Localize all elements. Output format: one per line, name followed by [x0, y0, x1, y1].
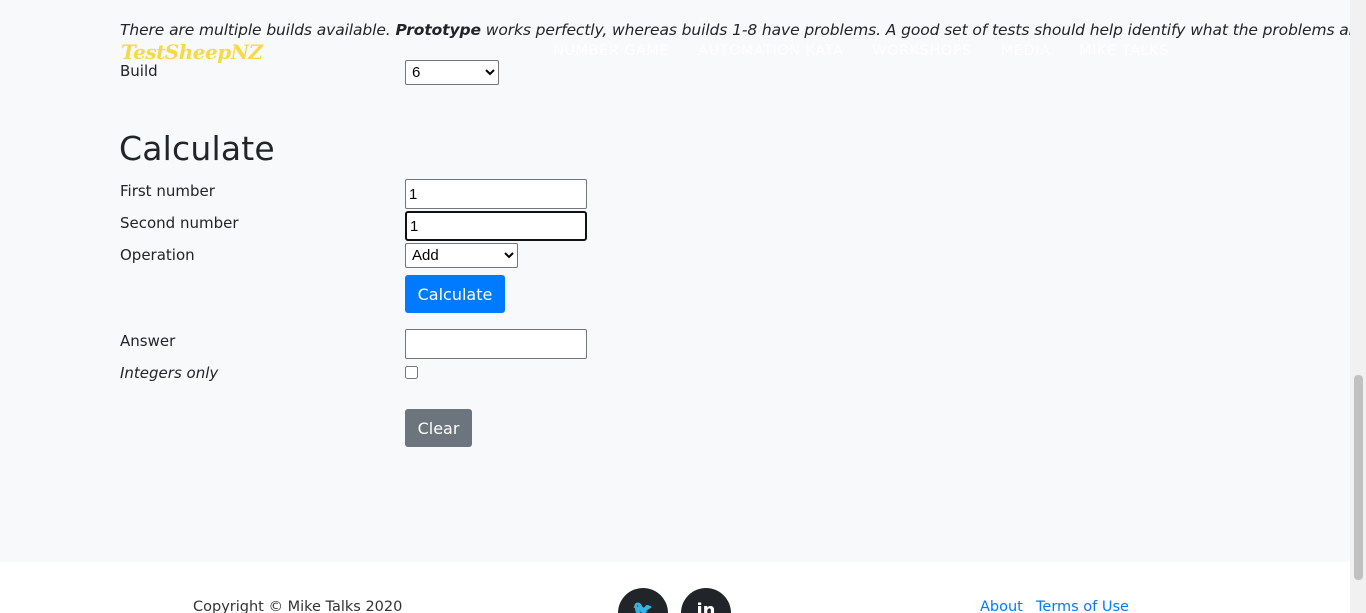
- nav-mike-talks[interactable]: MIKE TALKS: [1079, 43, 1169, 59]
- copyright-text: Copyright © Mike Talks 2020: [193, 599, 403, 613]
- twitter-icon[interactable]: 🐦: [618, 588, 668, 613]
- linkedin-icon[interactable]: in: [681, 588, 731, 613]
- intro-text-before: There are multiple builds available.: [120, 21, 396, 39]
- calculate-heading: Calculate: [119, 129, 275, 168]
- second-number-input[interactable]: [405, 211, 587, 241]
- first-number-label: First number: [120, 182, 215, 200]
- footer: Copyright © Mike Talks 2020 🐦 in About T…: [0, 562, 1350, 613]
- intro-bold-prototype: Prototype: [395, 21, 481, 39]
- first-number-input[interactable]: [405, 179, 587, 209]
- second-number-label: Second number: [120, 214, 239, 232]
- intro-text: There are multiple builds available. Pro…: [120, 21, 1366, 39]
- clear-button[interactable]: Clear: [405, 409, 472, 447]
- scrollbar-thumb[interactable]: [1354, 375, 1363, 580]
- operation-select[interactable]: Add: [405, 243, 518, 268]
- nav-media[interactable]: MEDIA: [1001, 43, 1051, 59]
- about-link[interactable]: About: [980, 599, 1023, 613]
- integers-only-label: Integers only: [120, 364, 219, 382]
- answer-label: Answer: [120, 332, 176, 350]
- brand-logo[interactable]: TestSheepNZ: [121, 40, 263, 64]
- page-scrollbar[interactable]: [1350, 0, 1366, 613]
- page: There are multiple builds available. Pro…: [0, 0, 1366, 613]
- build-select[interactable]: 6: [405, 60, 499, 85]
- operation-label: Operation: [120, 246, 195, 264]
- linkedin-glyph: in: [696, 600, 716, 613]
- nav-workshops[interactable]: WORKSHOPS: [872, 43, 971, 59]
- twitter-glyph: 🐦: [632, 600, 654, 613]
- integers-only-checkbox[interactable]: [405, 366, 418, 379]
- nav-automation-kata[interactable]: AUTOMATION KATA: [698, 43, 843, 59]
- calculate-button[interactable]: Calculate: [405, 275, 505, 313]
- build-label: Build: [120, 62, 158, 80]
- answer-input[interactable]: [405, 329, 587, 359]
- nav-number-game[interactable]: NUMBER GAME: [553, 43, 669, 59]
- intro-text-after: works perfectly, whereas builds 1-8 have…: [480, 21, 1366, 39]
- top-nav: NUMBER GAME AUTOMATION KATA WORKSHOPS ME…: [553, 43, 1198, 59]
- terms-of-use-link[interactable]: Terms of Use: [1036, 599, 1129, 613]
